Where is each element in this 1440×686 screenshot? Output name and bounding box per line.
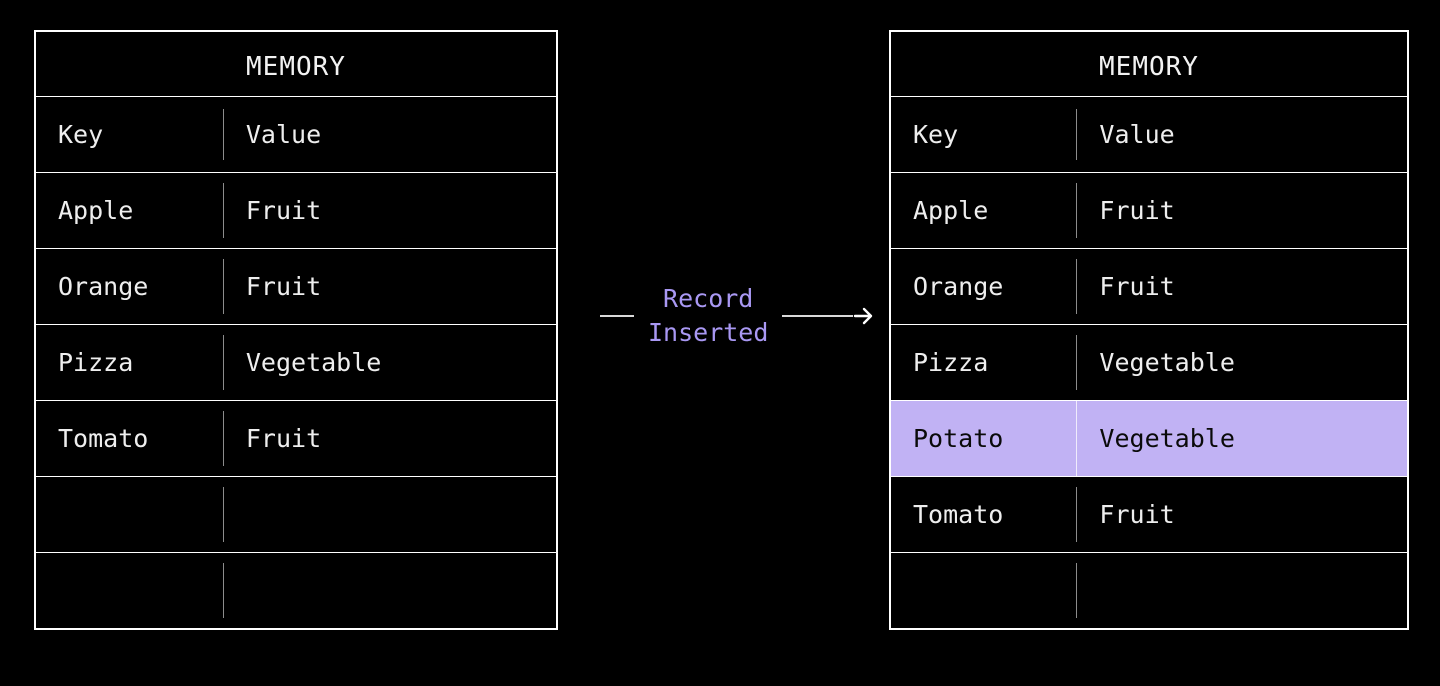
memory-table-after: MEMORY Key Value Apple Fruit Orange Frui…	[889, 30, 1409, 630]
transition-caption: Record Inserted RecordInserted	[634, 282, 782, 350]
cell-key: Orange	[891, 249, 1076, 324]
cell-value: Fruit	[1077, 173, 1407, 248]
cell-key: Pizza	[891, 325, 1076, 400]
column-header-key: Key	[891, 97, 1076, 172]
diagram-stage: MEMORY Key Value Apple Fruit Orange Frui…	[0, 0, 1440, 686]
cell-key: Apple	[891, 173, 1076, 248]
arrow-right-icon	[853, 305, 875, 327]
cell-value: Vegetable	[1077, 401, 1407, 476]
table-row: Orange Fruit	[891, 248, 1407, 324]
column-header-value: Value	[1077, 97, 1407, 172]
cell-value	[224, 553, 556, 628]
cell-key: Pizza	[36, 325, 223, 400]
table-row-inserted: Potato Vegetable	[891, 400, 1407, 476]
cell-value	[1077, 553, 1407, 628]
cell-value	[224, 477, 556, 552]
table-row: Tomato Fruit	[36, 400, 556, 476]
table-row: Pizza Vegetable	[891, 324, 1407, 400]
memory-table-before: MEMORY Key Value Apple Fruit Orange Frui…	[34, 30, 558, 630]
arrow-tail	[600, 315, 634, 317]
table-row: Tomato Fruit	[891, 476, 1407, 552]
table-row: Apple Fruit	[891, 172, 1407, 248]
table-row: Pizza Vegetable	[36, 324, 556, 400]
cell-value: Vegetable	[224, 325, 556, 400]
cell-key: Tomato	[36, 401, 223, 476]
cell-key: Tomato	[891, 477, 1076, 552]
cell-key	[36, 553, 223, 628]
table-row: Orange Fruit	[36, 248, 556, 324]
cell-key: Orange	[36, 249, 223, 324]
cell-value: Fruit	[224, 173, 556, 248]
cell-value: Fruit	[1077, 477, 1407, 552]
table-title: MEMORY	[891, 32, 1407, 96]
cell-key: Apple	[36, 173, 223, 248]
table-row-empty	[891, 552, 1407, 628]
column-header-value: Value	[224, 97, 556, 172]
cell-value: Fruit	[224, 249, 556, 324]
cell-key	[36, 477, 223, 552]
table-row-empty	[36, 476, 556, 552]
table-header-row: Key Value	[36, 96, 556, 172]
table-row: Apple Fruit	[36, 172, 556, 248]
arrow-body	[782, 315, 853, 317]
column-header-key: Key	[36, 97, 223, 172]
table-title: MEMORY	[36, 32, 556, 96]
cell-key	[891, 553, 1076, 628]
cell-value: Fruit	[224, 401, 556, 476]
transition-arrow: Record Inserted RecordInserted	[600, 282, 875, 350]
table-row-empty	[36, 552, 556, 628]
cell-key: Potato	[891, 401, 1076, 476]
cell-value: Fruit	[1077, 249, 1407, 324]
cell-value: Vegetable	[1077, 325, 1407, 400]
table-header-row: Key Value	[891, 96, 1407, 172]
